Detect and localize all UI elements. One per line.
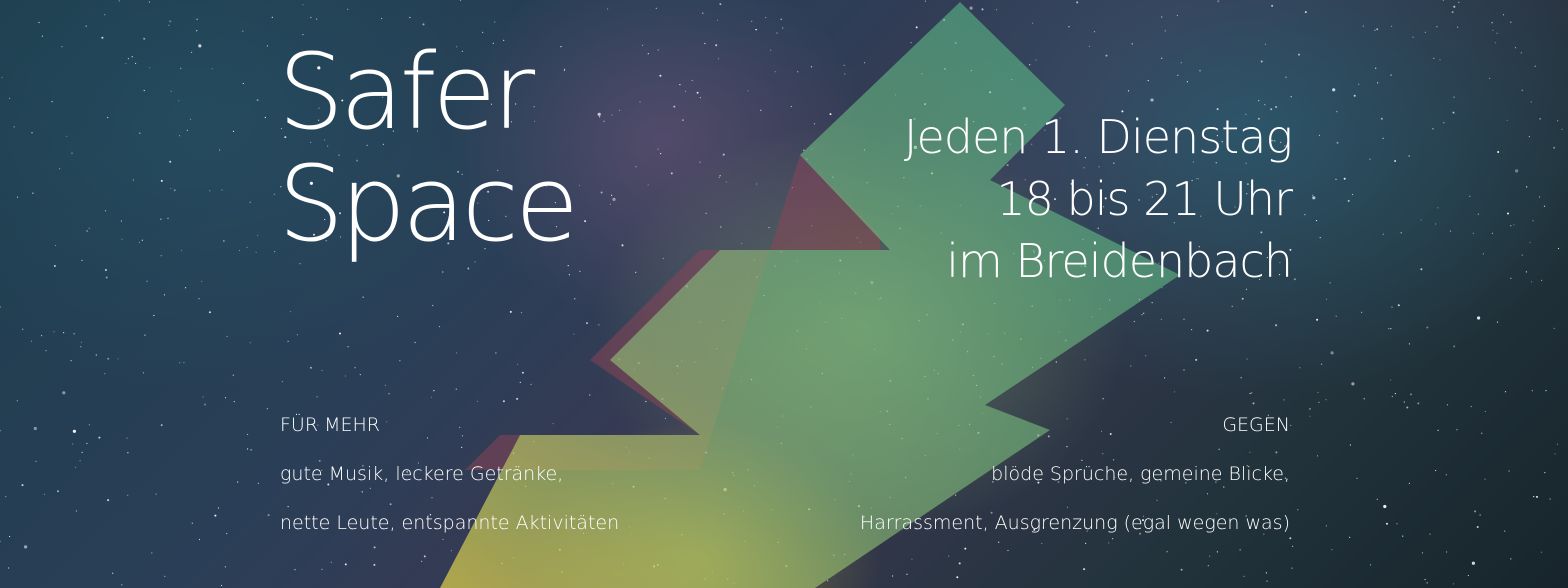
page-title: Safer Space <box>278 31 579 265</box>
for-more-section: FÜR MEHR gute Musik, leckere Getränke, n… <box>280 412 619 559</box>
against-section: GEGEN blöde Sprüche, gemeine Blicke, Har… <box>860 412 1290 559</box>
schedule-day: Jeden 1. Dienstag <box>903 110 1293 164</box>
arrow-graphic <box>440 2 1180 588</box>
schedule-block: Jeden 1. Dienstag 18 bis 21 Uhr im Breid… <box>903 106 1293 292</box>
schedule-time: 18 bis 21 Uhr <box>996 172 1293 226</box>
schedule-location: im Breidenbach <box>946 234 1293 288</box>
title-line-1: Safer <box>278 31 535 153</box>
title-line-2: Space <box>278 143 579 265</box>
against-line-1: blöde Sprüche, gemeine Blicke, <box>991 463 1290 485</box>
for-more-line-1: gute Musik, leckere Getränke, <box>280 463 564 485</box>
for-more-heading: FÜR MEHR <box>280 414 380 436</box>
against-heading: GEGEN <box>1222 414 1290 436</box>
safer-space-banner: Safer Space Jeden 1. Dienstag 18 bis 21 … <box>0 0 1568 588</box>
against-line-2: Harrassment, Ausgrenzung (egal wegen was… <box>859 512 1290 534</box>
for-more-line-2: nette Leute, entspannte Aktivitäten <box>280 512 620 534</box>
